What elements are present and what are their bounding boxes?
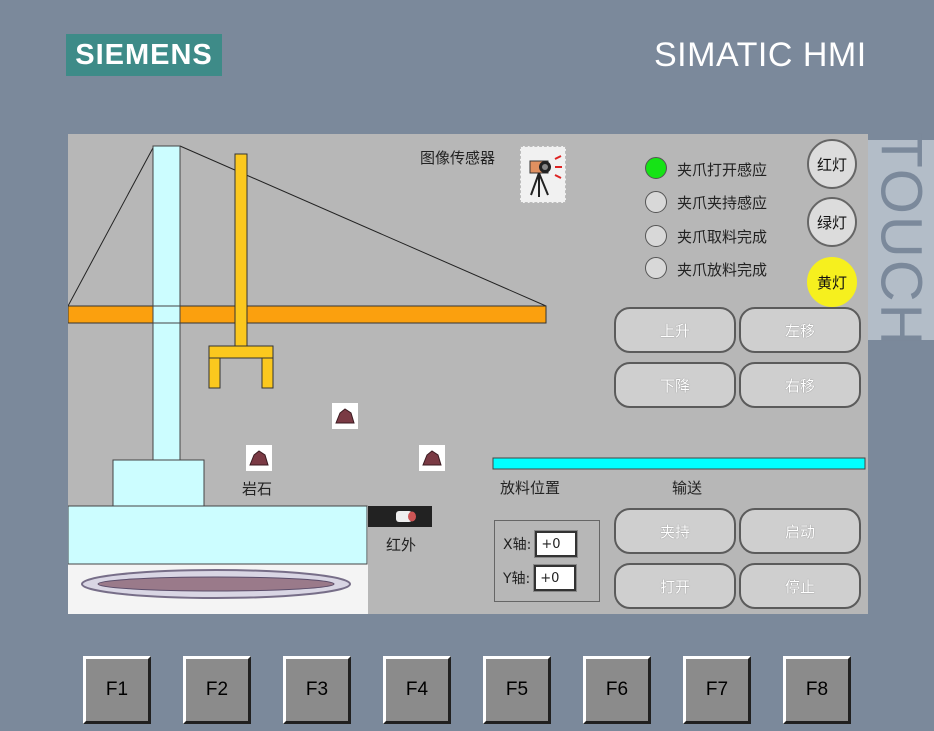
conveyor-belt bbox=[492, 457, 866, 470]
siemens-logo: SIEMENS bbox=[66, 34, 222, 76]
f3-key[interactable]: F3 bbox=[283, 656, 351, 724]
touch-panel-tag: TOUCH bbox=[868, 132, 934, 348]
camera-icon bbox=[520, 146, 566, 203]
axis-position-panel: X轴: +0 Y轴: +0 bbox=[494, 520, 600, 602]
indicator-label: 夹爪取料完成 bbox=[677, 228, 768, 246]
f1-key[interactable]: F1 bbox=[83, 656, 151, 724]
hmi-bezel: SIEMENS SIMATIC HMI TOUCH 图像传感器 岩石 红外 放料… bbox=[0, 0, 934, 731]
crawler-wheels bbox=[97, 576, 335, 592]
infrared-label: 红外 bbox=[386, 536, 417, 554]
x-axis-field[interactable]: +0 bbox=[534, 530, 579, 558]
f8-key[interactable]: F8 bbox=[783, 656, 851, 724]
rock-icon bbox=[419, 445, 445, 471]
gripper-open-sensor-led bbox=[645, 157, 667, 179]
rock-label: 岩石 bbox=[242, 480, 273, 498]
open-button[interactable]: 打开 bbox=[614, 563, 736, 609]
pick-complete-led bbox=[645, 225, 667, 247]
stop-button[interactable]: 停止 bbox=[739, 563, 861, 609]
lower-button[interactable]: 下降 bbox=[614, 362, 736, 408]
conveyor-label: 输送 bbox=[672, 479, 703, 497]
rock-icon bbox=[246, 445, 272, 471]
green-lamp: 绿灯 bbox=[807, 197, 857, 247]
indicator-label: 夹爪打开感应 bbox=[677, 161, 768, 179]
crane-boom bbox=[68, 305, 547, 324]
f6-key[interactable]: F6 bbox=[583, 656, 651, 724]
infrared-sensor-icon bbox=[368, 506, 432, 527]
crane-left-cable bbox=[68, 145, 155, 307]
gripper-bar bbox=[208, 345, 274, 359]
f7-key[interactable]: F7 bbox=[683, 656, 751, 724]
place-complete-led bbox=[645, 257, 667, 279]
indicator-label: 夹爪放料完成 bbox=[677, 261, 768, 279]
gripper-clamp-sensor-led bbox=[645, 191, 667, 213]
gripper-rod bbox=[234, 153, 248, 347]
crane-base-lower bbox=[68, 505, 368, 565]
indicator-label: 夹爪夹持感应 bbox=[677, 194, 768, 212]
product-title: SIMATIC HMI bbox=[654, 36, 867, 74]
touch-text: TOUCH bbox=[868, 132, 934, 348]
move-left-button[interactable]: 左移 bbox=[739, 307, 861, 353]
y-axis-label: Y轴: bbox=[503, 571, 531, 587]
image-sensor-label: 图像传感器 bbox=[420, 149, 496, 167]
f5-key[interactable]: F5 bbox=[483, 656, 551, 724]
raise-button[interactable]: 上升 bbox=[614, 307, 736, 353]
red-lamp: 红灯 bbox=[807, 139, 857, 189]
tower-overlap bbox=[152, 305, 181, 324]
clamp-button[interactable]: 夹持 bbox=[614, 508, 736, 554]
f4-key[interactable]: F4 bbox=[383, 656, 451, 724]
move-right-button[interactable]: 右移 bbox=[739, 362, 861, 408]
y-axis-field[interactable]: +0 bbox=[533, 564, 578, 592]
start-button[interactable]: 启动 bbox=[739, 508, 861, 554]
gripper-jaw-right bbox=[261, 357, 274, 389]
x-axis-label: X轴: bbox=[503, 537, 532, 553]
crane-base-upper bbox=[112, 459, 205, 507]
yellow-lamp: 黄灯 bbox=[807, 257, 857, 307]
crane-tower bbox=[152, 145, 181, 463]
gripper-jaw-left bbox=[208, 357, 221, 389]
drop-position-label: 放料位置 bbox=[500, 479, 561, 497]
rock-icon bbox=[332, 403, 358, 429]
hmi-screen: 图像传感器 岩石 红外 放料位置 输送 夹爪打开感应 夹爪夹持感应 夹爪取料完成… bbox=[68, 134, 868, 614]
f2-key[interactable]: F2 bbox=[183, 656, 251, 724]
